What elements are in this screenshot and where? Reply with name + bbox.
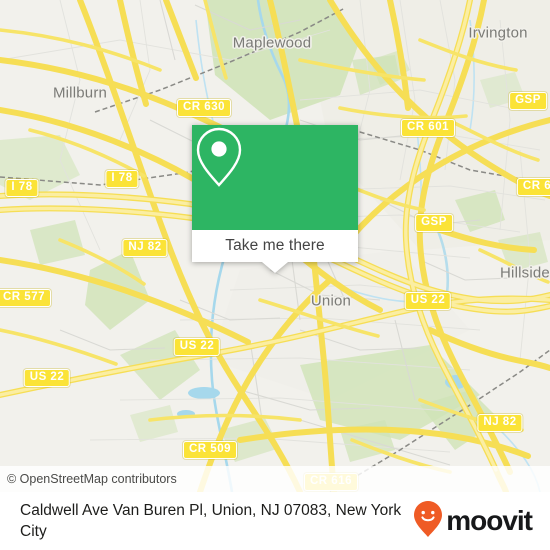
take-me-there-popup[interactable]: Take me there bbox=[192, 125, 358, 273]
route-shield-cr-601[interactable]: CR 601 bbox=[401, 119, 455, 137]
route-shield-nj-82-east[interactable]: NJ 82 bbox=[477, 414, 523, 432]
moovit-wordmark: moovit bbox=[446, 505, 533, 536]
take-me-there-label: Take me there bbox=[225, 237, 325, 254]
popup-header bbox=[192, 125, 358, 230]
route-shield-us-22-west[interactable]: US 22 bbox=[23, 369, 71, 387]
route-shield-nj-82-west[interactable]: NJ 82 bbox=[122, 239, 168, 257]
footer-bar: Caldwell Ave Van Buren Pl, Union, NJ 070… bbox=[0, 492, 550, 550]
map-label-maplewood: Maplewood bbox=[232, 34, 312, 52]
moovit-pin-icon bbox=[413, 500, 443, 543]
map-label-hillside: Hillside bbox=[500, 264, 550, 282]
moovit-logo[interactable]: moovit bbox=[413, 500, 550, 543]
map-attribution[interactable]: © OpenStreetMap contributors bbox=[0, 466, 550, 492]
route-shield-cr-6[interactable]: CR 6 bbox=[516, 178, 550, 196]
map-label-millburn: Millburn bbox=[52, 84, 108, 102]
route-shield-i-78-west[interactable]: I 78 bbox=[5, 179, 39, 197]
route-shield-gsp-south[interactable]: GSP bbox=[415, 214, 453, 232]
route-shield-us-22-center[interactable]: US 22 bbox=[404, 292, 452, 310]
map-label-irvington: Irvington bbox=[468, 24, 528, 42]
take-me-there-button[interactable]: Take me there bbox=[192, 230, 358, 262]
popup-tail bbox=[262, 262, 288, 273]
route-shield-us-22-mid[interactable]: US 22 bbox=[173, 338, 221, 356]
location-title: Caldwell Ave Van Buren Pl, Union, NJ 070… bbox=[20, 502, 402, 540]
route-shield-i-78-east[interactable]: I 78 bbox=[105, 170, 139, 188]
moovit-map-screenshot: .park{fill:#cfe3b6;} .water{fill:#a6d8ec… bbox=[0, 0, 550, 550]
route-shield-cr-577[interactable]: CR 577 bbox=[0, 289, 51, 307]
map-label-union: Union bbox=[310, 292, 352, 310]
route-shield-cr-509[interactable]: CR 509 bbox=[183, 441, 237, 459]
route-shield-cr-630[interactable]: CR 630 bbox=[177, 99, 231, 117]
map-canvas[interactable]: .park{fill:#cfe3b6;} .water{fill:#a6d8ec… bbox=[0, 0, 550, 492]
attribution-text: © OpenStreetMap contributors bbox=[7, 472, 177, 486]
route-shield-gsp-north[interactable]: GSP bbox=[509, 92, 547, 110]
